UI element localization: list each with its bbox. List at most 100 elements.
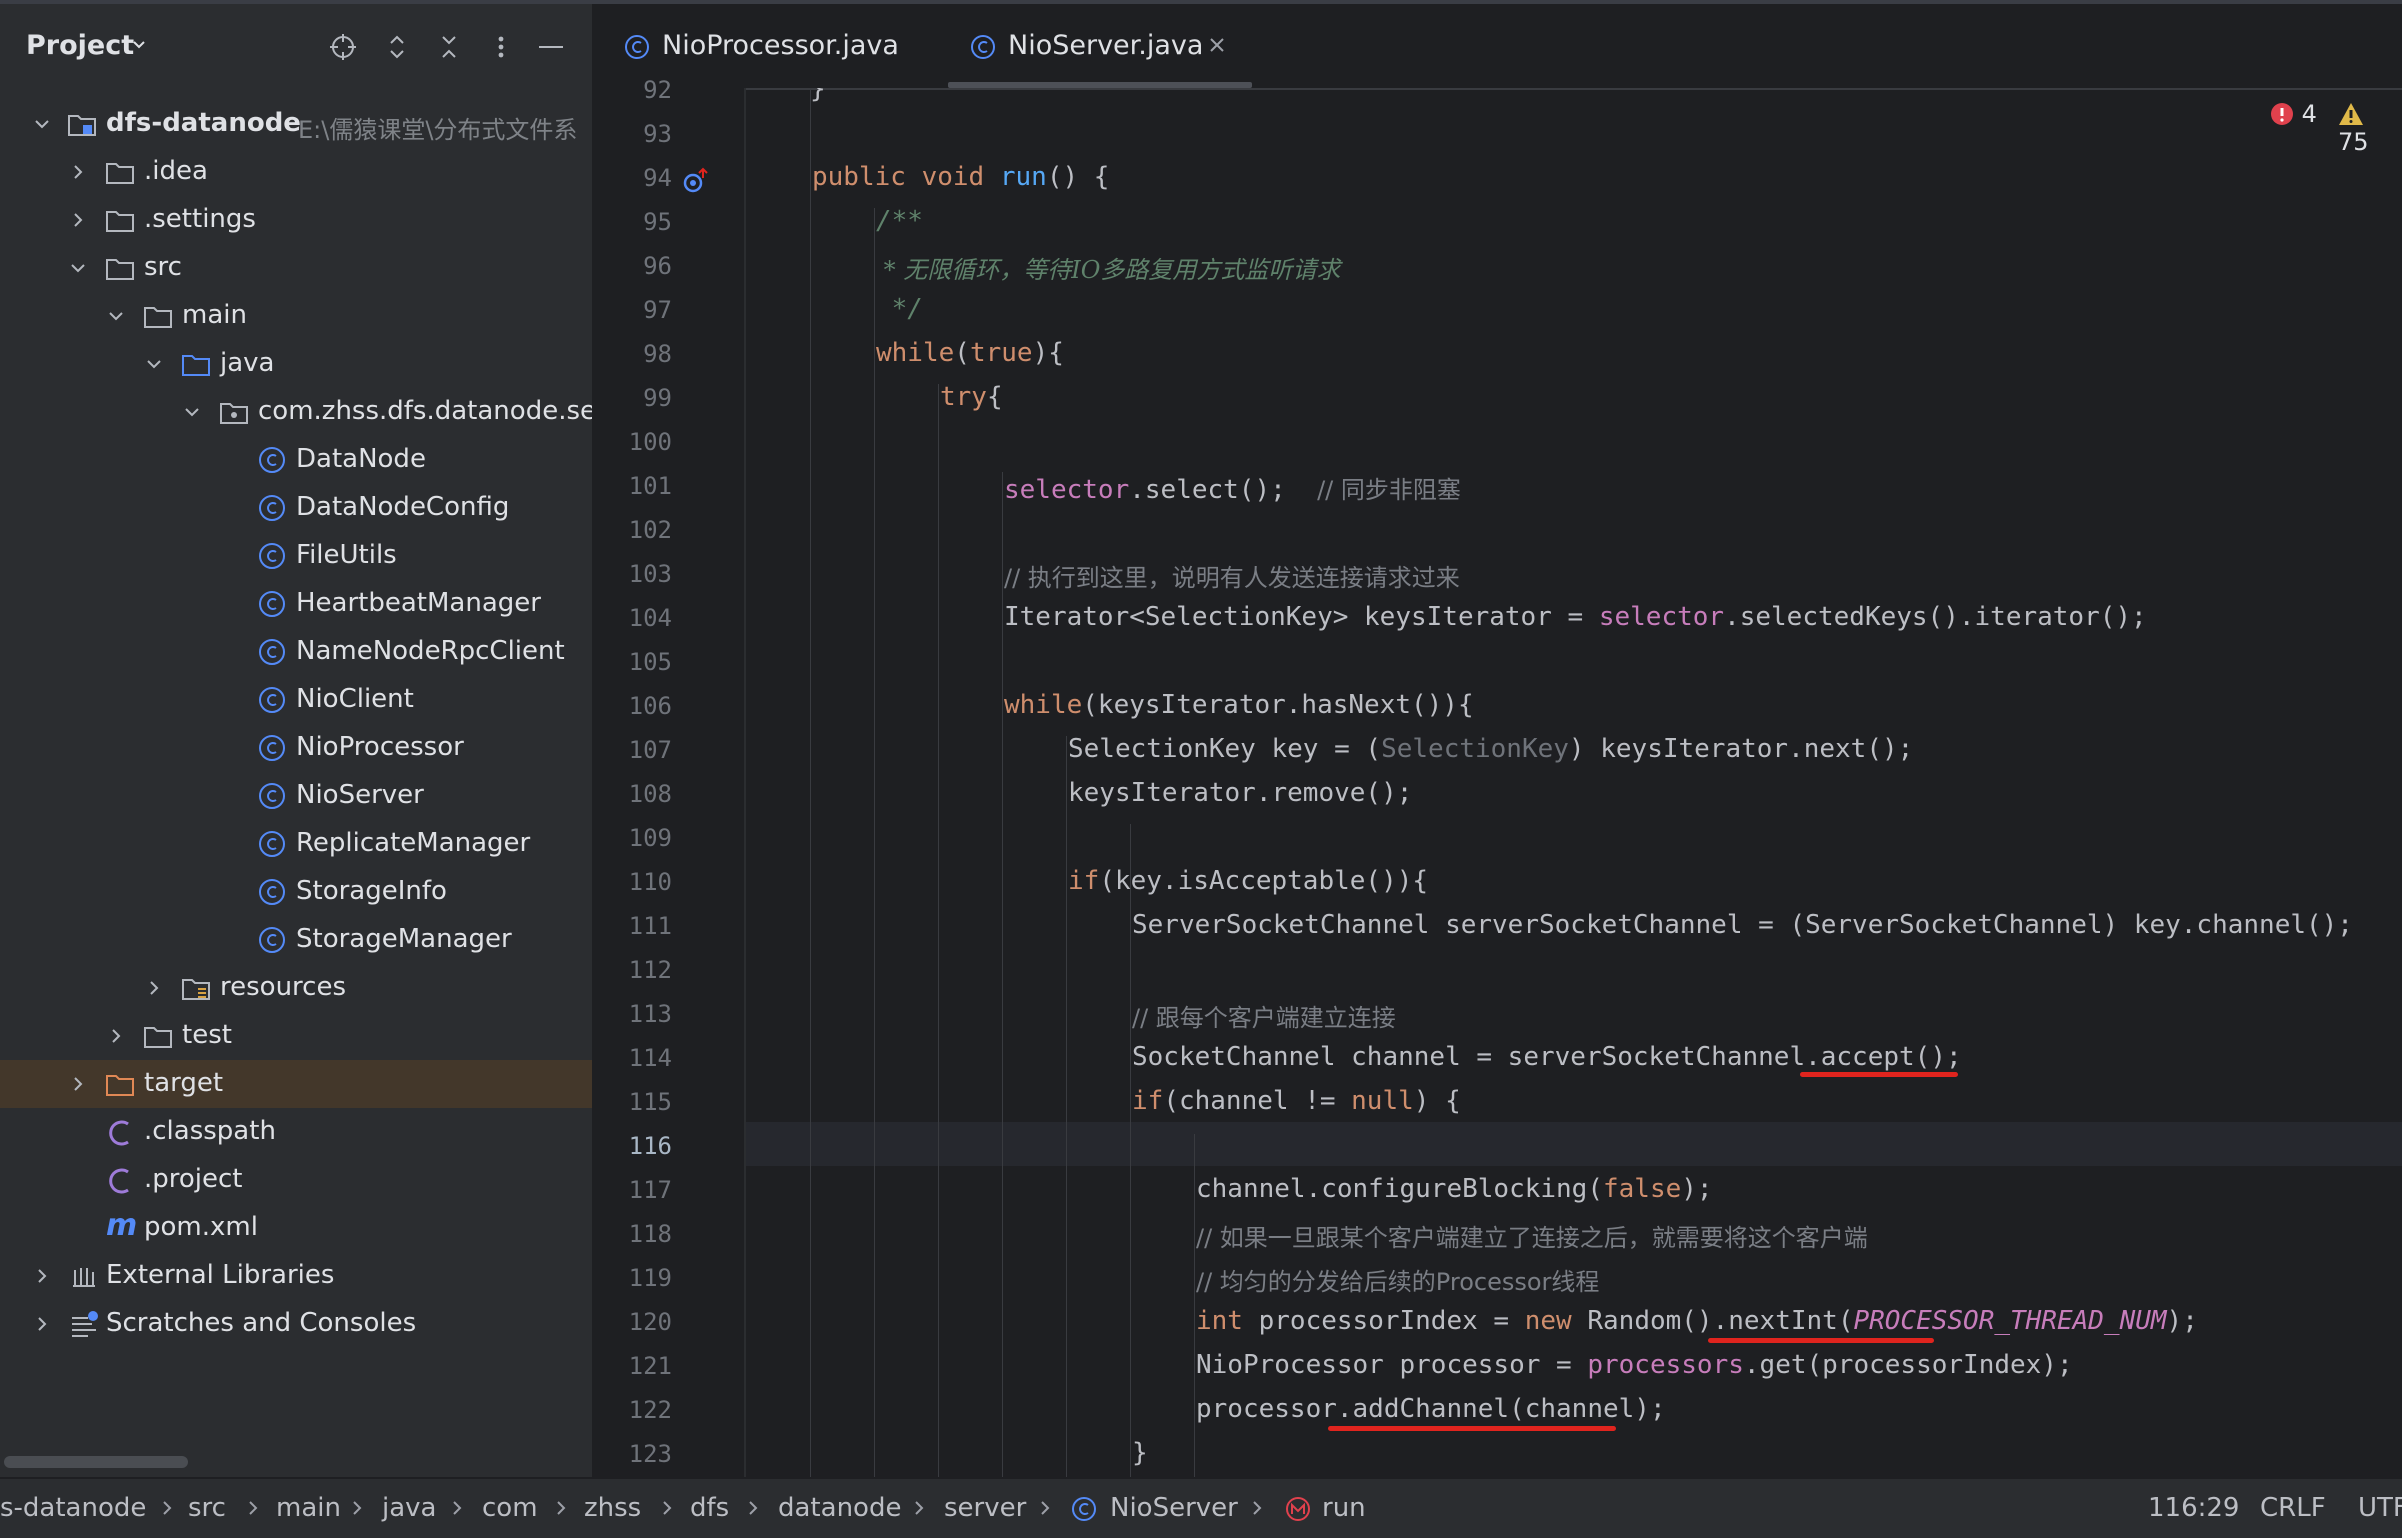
folder-icon	[106, 259, 134, 280]
tree-item-class[interactable]: DataNodeConfig	[0, 484, 592, 532]
tab-nioserver[interactable]: NioServer.java	[948, 4, 1252, 88]
tree-item-path-hint: E:\儒猿课堂\分布式文件系	[298, 116, 578, 144]
code-token: true	[969, 338, 1033, 368]
line-number: 120	[628, 1308, 672, 1336]
tree-item-classpath[interactable]: .classpath	[0, 1108, 592, 1156]
tree-item-class[interactable]: NioClient	[0, 676, 592, 724]
minimize-icon[interactable]	[536, 32, 566, 62]
tree-item-pom[interactable]: m pom.xml	[0, 1204, 592, 1252]
breadcrumb-item[interactable]: s-datanode	[0, 1493, 146, 1523]
code-comment: // 如果一旦跟某个客户端建立了连接之后，就需要将这个客户端	[1196, 1224, 1868, 1252]
tree-item-src[interactable]: src	[0, 244, 592, 292]
breadcrumb-item[interactable]: java	[382, 1493, 436, 1523]
breadcrumb-item[interactable]: zhss	[584, 1493, 641, 1523]
code-token: ) {	[1413, 1086, 1461, 1116]
line-separator[interactable]: CRLF	[2260, 1493, 2326, 1523]
tree-item-class[interactable]: DataNode	[0, 436, 592, 484]
tree-item-package[interactable]: com.zhss.dfs.datanode.ser	[0, 388, 592, 436]
class-icon	[259, 639, 285, 665]
tree-item-label: NioProcessor	[296, 732, 464, 762]
tree-item-label: .idea	[144, 156, 208, 186]
chevron-right-icon[interactable]	[144, 978, 164, 998]
tree-item-test[interactable]: test	[0, 1012, 592, 1060]
tree-item-label: DataNodeConfig	[296, 492, 510, 522]
tree-item-main[interactable]: main	[0, 292, 592, 340]
tree-item-class[interactable]: NioProcessor	[0, 724, 592, 772]
module-folder-icon	[68, 115, 96, 136]
code-token: ){	[1032, 338, 1064, 368]
code-line: while(keysIterator.hasNext()){	[1004, 690, 1474, 720]
sidebar-scrollbar[interactable]	[4, 1456, 188, 1468]
tree-item-scratches[interactable]: Scratches and Consoles	[0, 1300, 592, 1348]
tree-item-class[interactable]: StorageManager	[0, 916, 592, 964]
tree-item-settings[interactable]: .settings	[0, 196, 592, 244]
code-token: (key.isAcceptable()){	[1099, 866, 1429, 896]
line-number: 118	[628, 1220, 672, 1248]
chevron-right-icon[interactable]	[68, 210, 88, 230]
chevron-right-icon	[749, 1501, 758, 1515]
breadcrumb-item[interactable]: dfs	[690, 1493, 729, 1523]
code-token: run	[999, 162, 1047, 192]
tree-item-dfs-datanode[interactable]: dfs-datanode E:\儒猿课堂\分布式文件系	[0, 100, 592, 148]
tree-item-idea[interactable]: .idea	[0, 148, 592, 196]
line-number: 95	[643, 208, 672, 236]
chevron-down-icon[interactable]	[32, 114, 52, 134]
tree-item-label: NioClient	[296, 684, 414, 714]
class-icon	[259, 495, 285, 521]
chevron-down-icon[interactable]	[144, 354, 164, 374]
class-icon	[1072, 1497, 1096, 1521]
close-icon[interactable]	[1208, 36, 1226, 54]
more-options-icon[interactable]	[486, 32, 516, 62]
code-token: NioProcessor processor =	[1196, 1350, 1588, 1380]
chevron-right-icon[interactable]	[32, 1266, 52, 1286]
chevron-right-icon[interactable]	[32, 1314, 52, 1334]
code-editor[interactable]: } public void run() { /** * 无限循环，等待IO多路复…	[746, 88, 2402, 1477]
implements-method-icon[interactable]	[680, 166, 710, 196]
code-token: );	[1681, 1174, 1713, 1204]
tree-item-class[interactable]: NioServer	[0, 772, 592, 820]
file-encoding[interactable]: UTF-	[2358, 1493, 2402, 1523]
breadcrumb-item[interactable]: server	[944, 1493, 1026, 1523]
breadcrumb-item[interactable]: run	[1322, 1493, 1366, 1523]
tree-item-label: .settings	[144, 204, 256, 234]
annotation-underline	[1800, 1072, 1958, 1077]
tree-item-class[interactable]: StorageInfo	[0, 868, 592, 916]
collapse-all-icon[interactable]	[434, 32, 464, 62]
breadcrumb-item[interactable]: src	[188, 1493, 226, 1523]
tree-item-class[interactable]: HeartbeatManager	[0, 580, 592, 628]
tree-item-label: DataNode	[296, 444, 426, 474]
tree-item-class[interactable]: NameNodeRpcClient	[0, 628, 592, 676]
tree-item-class[interactable]: ReplicateManager	[0, 820, 592, 868]
tree-item-target[interactable]: target	[0, 1060, 592, 1108]
indent-guide	[810, 88, 811, 1477]
chevron-down-icon[interactable]	[106, 306, 126, 326]
code-line: SocketChannel channel = serverSocketChan…	[1132, 1042, 1962, 1072]
breadcrumb-item[interactable]: com	[482, 1493, 538, 1523]
project-view-selector[interactable]: Project	[26, 30, 134, 61]
locate-target-icon[interactable]	[328, 32, 358, 62]
expand-all-icon[interactable]	[382, 32, 412, 62]
class-icon	[259, 447, 285, 473]
breadcrumb-item[interactable]: datanode	[778, 1493, 901, 1523]
chevron-right-icon[interactable]	[68, 162, 88, 182]
tree-item-project[interactable]: .project	[0, 1156, 592, 1204]
tree-item-label: main	[182, 300, 247, 330]
tree-item-class[interactable]: FileUtils	[0, 532, 592, 580]
line-number: 102	[628, 516, 672, 544]
chevron-down-icon[interactable]	[182, 402, 202, 422]
chevron-right-icon[interactable]	[68, 1074, 88, 1094]
breadcrumb-item[interactable]: main	[276, 1493, 341, 1523]
tree-item-external-libraries[interactable]: External Libraries	[0, 1252, 592, 1300]
breadcrumb-item[interactable]: NioServer	[1110, 1493, 1238, 1523]
tree-item-resources[interactable]: resources	[0, 964, 592, 1012]
code-token: (	[954, 338, 970, 368]
tree-item-java[interactable]: java	[0, 340, 592, 388]
cursor-position[interactable]: 116:29	[2148, 1493, 2239, 1523]
navigation-bar: s-datanode src main java com zhss dfs da…	[0, 1477, 2402, 1538]
chevron-down-icon[interactable]	[68, 258, 88, 278]
chevron-right-icon	[453, 1501, 462, 1515]
class-icon	[971, 35, 995, 59]
chevron-down-icon[interactable]	[132, 38, 146, 52]
chevron-right-icon[interactable]	[106, 1026, 126, 1046]
resources-folder-icon	[182, 979, 210, 1000]
